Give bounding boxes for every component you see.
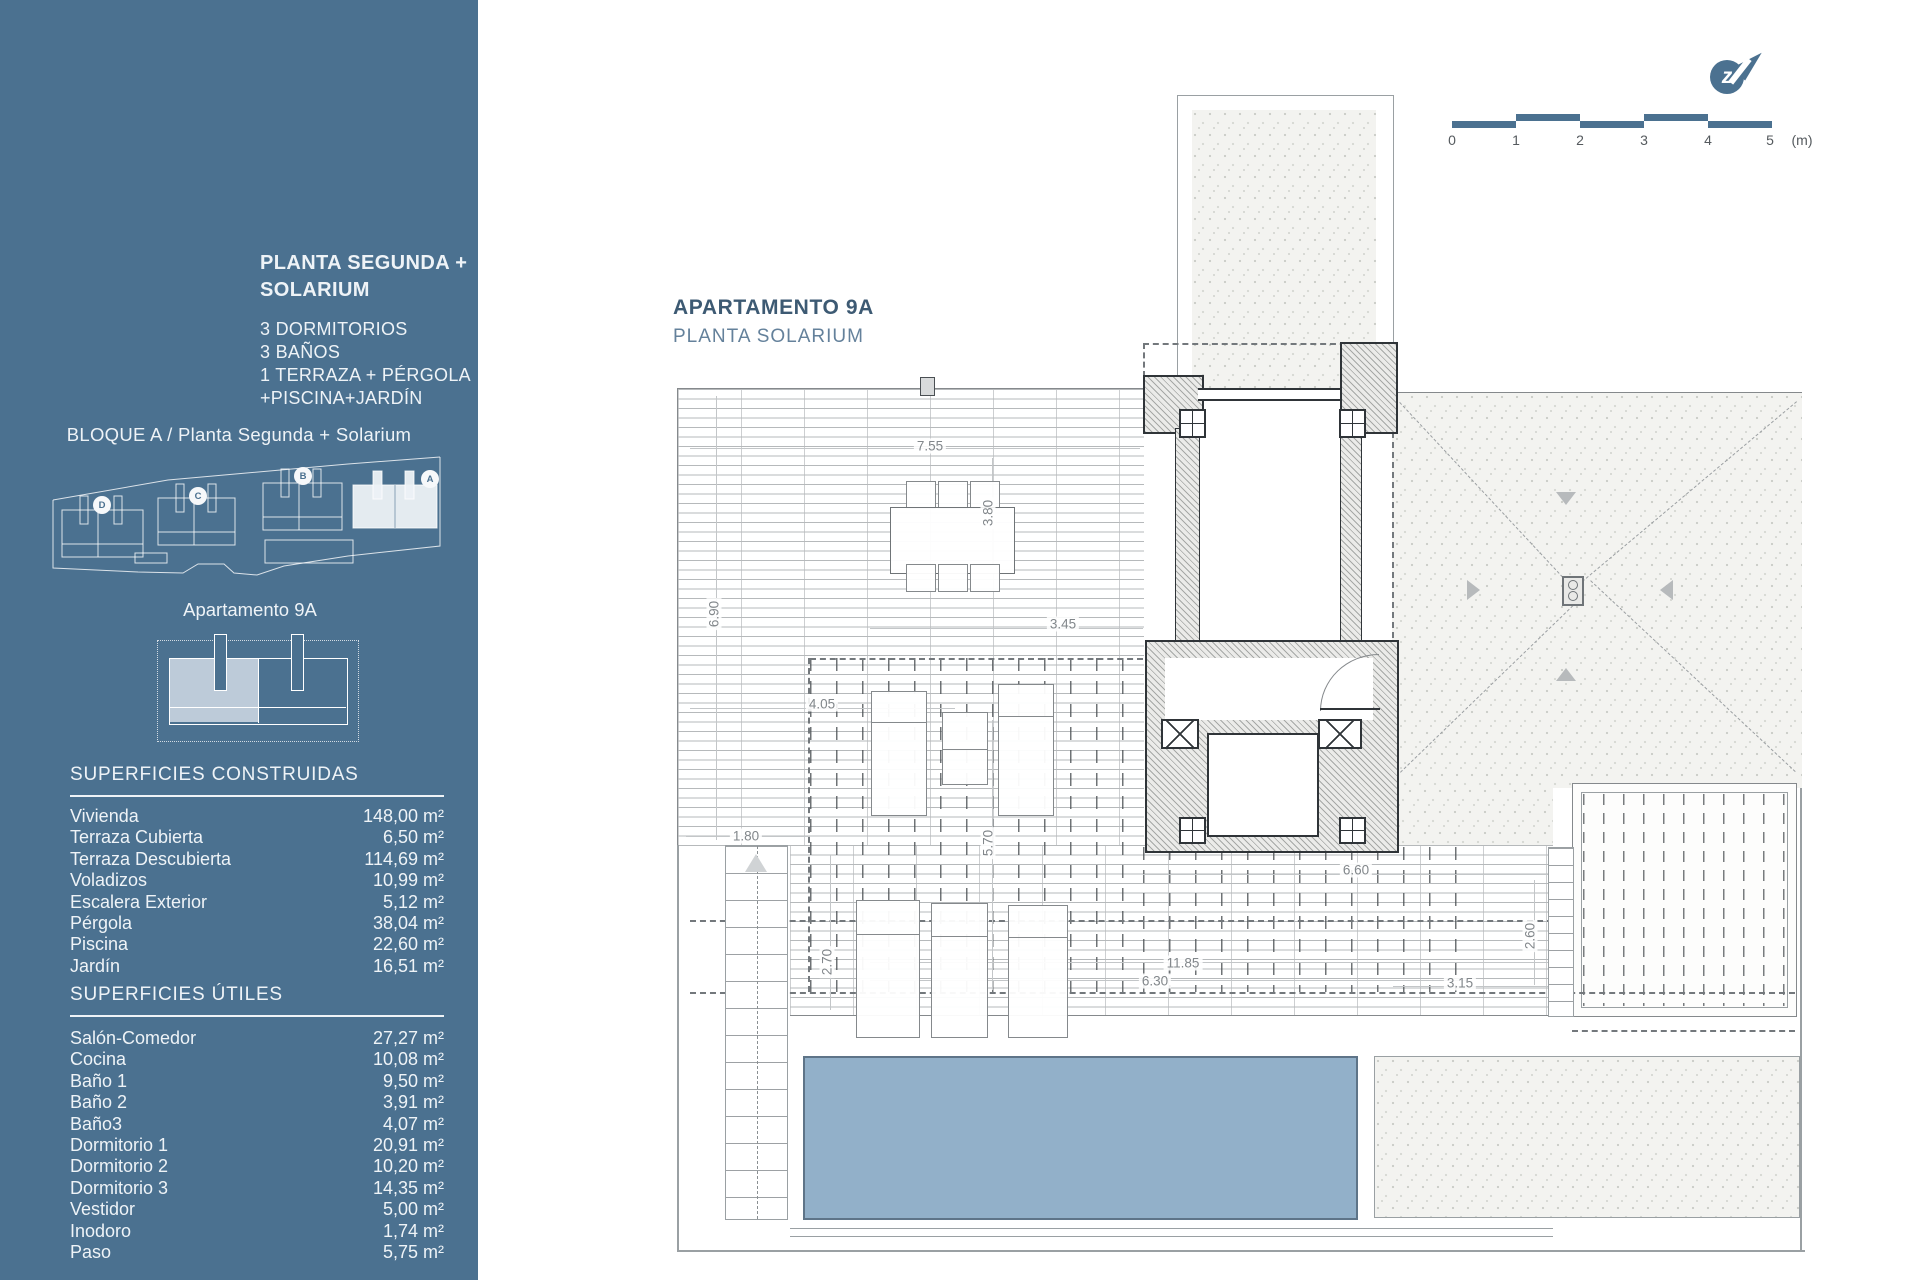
exterior-stair	[725, 845, 788, 1220]
slope-arrow-icon	[1660, 580, 1673, 600]
sun-lounger	[931, 903, 988, 1038]
scale-label: 4	[1704, 132, 1712, 148]
sun-lounger	[856, 900, 920, 1038]
dimension-label: 6.90	[707, 598, 722, 630]
sun-lounger	[998, 684, 1054, 816]
roof-area	[1392, 392, 1802, 788]
chair	[906, 564, 936, 592]
pool-coping	[790, 1228, 1553, 1229]
core-wall	[1175, 428, 1200, 662]
floor-plan: z 012345(m) APARTAMENTO 9A PLANTA SOLARI…	[0, 0, 1920, 1280]
dimension-label: 3.45	[1047, 617, 1079, 632]
chair	[938, 481, 968, 509]
scale-label: 2	[1576, 132, 1584, 148]
garden	[1374, 1056, 1800, 1218]
page: PLANTA SEGUNDA + SOLARIUM 3 DORMITORIOS3…	[0, 0, 1920, 1280]
scale-label: (m)	[1792, 132, 1813, 148]
dimension-label: 4.05	[806, 697, 838, 712]
window-marker	[1318, 719, 1362, 749]
scale-label: 1	[1512, 132, 1520, 148]
pool-coping	[790, 1236, 1553, 1237]
step-strip	[1548, 847, 1574, 1017]
door-leaf	[1320, 708, 1380, 710]
slope-arrow-icon	[1556, 492, 1576, 505]
scale-label: 3	[1640, 132, 1648, 148]
column	[1339, 817, 1366, 844]
pergola-edge	[810, 658, 1143, 660]
core-beam	[1198, 388, 1340, 401]
dimension-label: 6.30	[1139, 974, 1171, 989]
dimension-label: 6.60	[1340, 863, 1372, 878]
dimension-label: 5.70	[981, 827, 996, 859]
chair	[906, 481, 936, 509]
dim-line	[1393, 986, 1572, 987]
dimension-label: 2.70	[820, 946, 835, 978]
plan-boundary-bottom	[677, 1250, 1805, 1252]
stair-direction-arrow	[745, 854, 767, 872]
roof-drain	[1562, 576, 1584, 606]
dimension-label: 3.80	[981, 497, 996, 529]
sun-lounger	[1008, 905, 1068, 1038]
dimension-label: 7.55	[914, 439, 946, 454]
side-table	[942, 712, 988, 785]
scale-label: 0	[1448, 132, 1456, 148]
pool	[803, 1056, 1358, 1220]
dashed-line	[690, 920, 1553, 922]
dimension-label: 1.80	[730, 829, 762, 844]
column	[1179, 409, 1206, 438]
sun-lounger	[871, 691, 927, 816]
dim-line	[830, 855, 831, 1010]
slope-arrow-icon	[1467, 580, 1480, 600]
window-marker	[1161, 719, 1199, 749]
chair	[938, 564, 968, 592]
column	[1179, 817, 1206, 844]
plan-subtitle: PLANTA SOLARIUM	[673, 326, 864, 348]
plan-boundary-left	[677, 845, 679, 1252]
dimension-label: 11.85	[1164, 956, 1203, 971]
post	[920, 377, 935, 396]
dashed-line	[1143, 343, 1145, 377]
scale-label: 5	[1766, 132, 1774, 148]
dimension-label: 3.15	[1444, 976, 1476, 991]
pergola-b	[1572, 783, 1797, 1017]
column	[1339, 409, 1366, 438]
core-inner-room	[1207, 733, 1319, 837]
dashed-line	[1572, 1030, 1795, 1032]
core-wall	[1340, 428, 1362, 662]
dim-line	[870, 628, 1143, 629]
plan-title: APARTAMENTO 9A	[673, 296, 874, 320]
dimension-label: 2.60	[1523, 920, 1538, 952]
chair	[970, 564, 1000, 592]
roof-area-strip	[1392, 787, 1553, 845]
slope-arrow-icon	[1556, 668, 1576, 681]
